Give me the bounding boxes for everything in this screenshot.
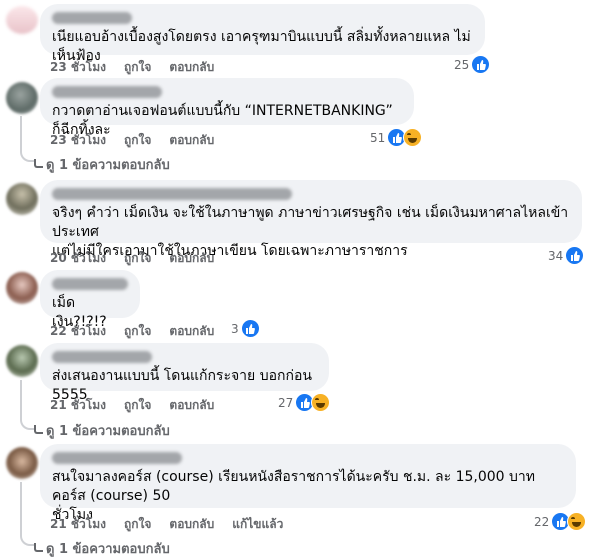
avatar[interactable]: [6, 82, 38, 114]
reply-thread-line: [20, 482, 36, 546]
reply-button[interactable]: ตอบกลับ: [169, 515, 214, 534]
comment-author[interactable]: [52, 278, 128, 290]
comment-bubble: สนใจมาลงคอร์ส (course) เรียนหนังสือราชกา…: [40, 444, 576, 523]
comment-bubble: กวาดตาอ่านเจอฟอนต์แบบนี้กับ “INTERNETBAN…: [40, 78, 414, 138]
avatar[interactable]: [6, 272, 38, 304]
avatar[interactable]: [6, 447, 38, 479]
comment-author[interactable]: [52, 351, 152, 363]
like-button[interactable]: ถูกใจ: [124, 322, 151, 341]
comment-actions: 21 ชั่วโมง ถูกใจ ตอบกลับ แก้ไขแล้ว: [50, 515, 283, 534]
reply-button[interactable]: ตอบกลับ: [169, 58, 214, 77]
reply-thread-line: [20, 380, 36, 430]
like-icon: [240, 319, 260, 338]
haha-icon: [567, 512, 587, 531]
comment-text-line-1: จริงๆ คำว่า เม็ดเงิน จะใช้ในภาษาพูด ภาษา…: [52, 205, 569, 240]
comment-actions: 23 ชั่วโมง ถูกใจ ตอบกลับ: [50, 131, 214, 150]
comment-author[interactable]: [52, 12, 132, 24]
like-button[interactable]: ถูกใจ: [124, 58, 151, 77]
haha-icon: [311, 393, 331, 412]
reactions[interactable]: 25: [454, 55, 491, 74]
reply-thread-line: [20, 116, 36, 162]
comment-time[interactable]: 23 ชั่วโมง: [50, 58, 106, 77]
comment-time[interactable]: 21 ชั่วโมง: [50, 515, 106, 534]
reactions[interactable]: 34: [548, 246, 585, 265]
view-replies-link[interactable]: ดู 1 ข้อความตอบกลับ: [46, 154, 170, 175]
reactions[interactable]: 51: [370, 128, 423, 147]
like-button[interactable]: ถูกใจ: [124, 515, 151, 534]
comment-text-line-1: สนใจมาลงคอร์ส (course) เรียนหนังสือราชกา…: [52, 469, 536, 504]
reply-button[interactable]: ตอบกลับ: [169, 131, 214, 150]
like-button[interactable]: ถูกใจ: [124, 131, 151, 150]
reply-button[interactable]: ตอบกลับ: [169, 249, 214, 268]
comment-time[interactable]: 23 ชั่วโมง: [50, 131, 106, 150]
reply-button[interactable]: ตอบกลับ: [169, 396, 214, 415]
like-button[interactable]: ถูกใจ: [124, 249, 151, 268]
reactions[interactable]: 27: [278, 393, 331, 412]
comment-actions: 20 ชั่วโมง ถูกใจ ตอบกลับ: [50, 249, 214, 268]
comment-actions: 22 ชั่วโมง ถูกใจ ตอบกลับ: [50, 322, 214, 341]
comment-bubble: ส่งเสนองานแบบนี้ โดนแก้กระจาย บอกก่อน 55…: [40, 343, 329, 403]
reaction-count: 22: [534, 514, 550, 529]
comment-bubble: จริงๆ คำว่า เม็ดเงิน จะใช้ในภาษาพูด ภาษา…: [40, 180, 582, 259]
reply-button[interactable]: ตอบกลับ: [169, 322, 214, 341]
edited-label[interactable]: แก้ไขแล้ว: [232, 515, 283, 534]
reaction-count: 51: [370, 130, 386, 145]
haha-icon: [403, 128, 423, 147]
avatar[interactable]: [6, 6, 38, 34]
reaction-count: 34: [548, 248, 564, 263]
reactions[interactable]: 22: [534, 512, 587, 531]
comment-time[interactable]: 22 ชั่วโมง: [50, 322, 106, 341]
comment-bubble: เม็ดเงิน?!?!?: [40, 270, 140, 330]
reaction-count: 25: [454, 57, 470, 72]
reaction-count: 27: [278, 395, 294, 410]
view-replies-link[interactable]: ดู 1 ข้อความตอบกลับ: [46, 420, 170, 441]
comment-actions: 23 ชั่วโมง ถูกใจ ตอบกลับ: [50, 58, 214, 77]
like-icon: [565, 246, 585, 265]
comment-author[interactable]: [52, 452, 182, 464]
comment-actions: 21 ชั่วโมง ถูกใจ ตอบกลับ: [50, 396, 214, 415]
avatar[interactable]: [6, 183, 38, 215]
reaction-count: 3: [231, 321, 239, 336]
comment-bubble: เนียแอบอ้างเบื้องสูงโดยตรง เอาครุฑมาบินแ…: [40, 4, 485, 64]
comment-author[interactable]: [52, 188, 292, 200]
comment-author[interactable]: [52, 86, 162, 98]
like-icon: [471, 55, 491, 74]
comment-time[interactable]: 20 ชั่วโมง: [50, 249, 106, 268]
comment-time[interactable]: 21 ชั่วโมง: [50, 396, 106, 415]
avatar[interactable]: [6, 345, 38, 377]
reactions[interactable]: 3: [231, 319, 260, 338]
view-replies-link[interactable]: ดู 1 ข้อความตอบกลับ: [46, 538, 170, 559]
like-button[interactable]: ถูกใจ: [124, 396, 151, 415]
